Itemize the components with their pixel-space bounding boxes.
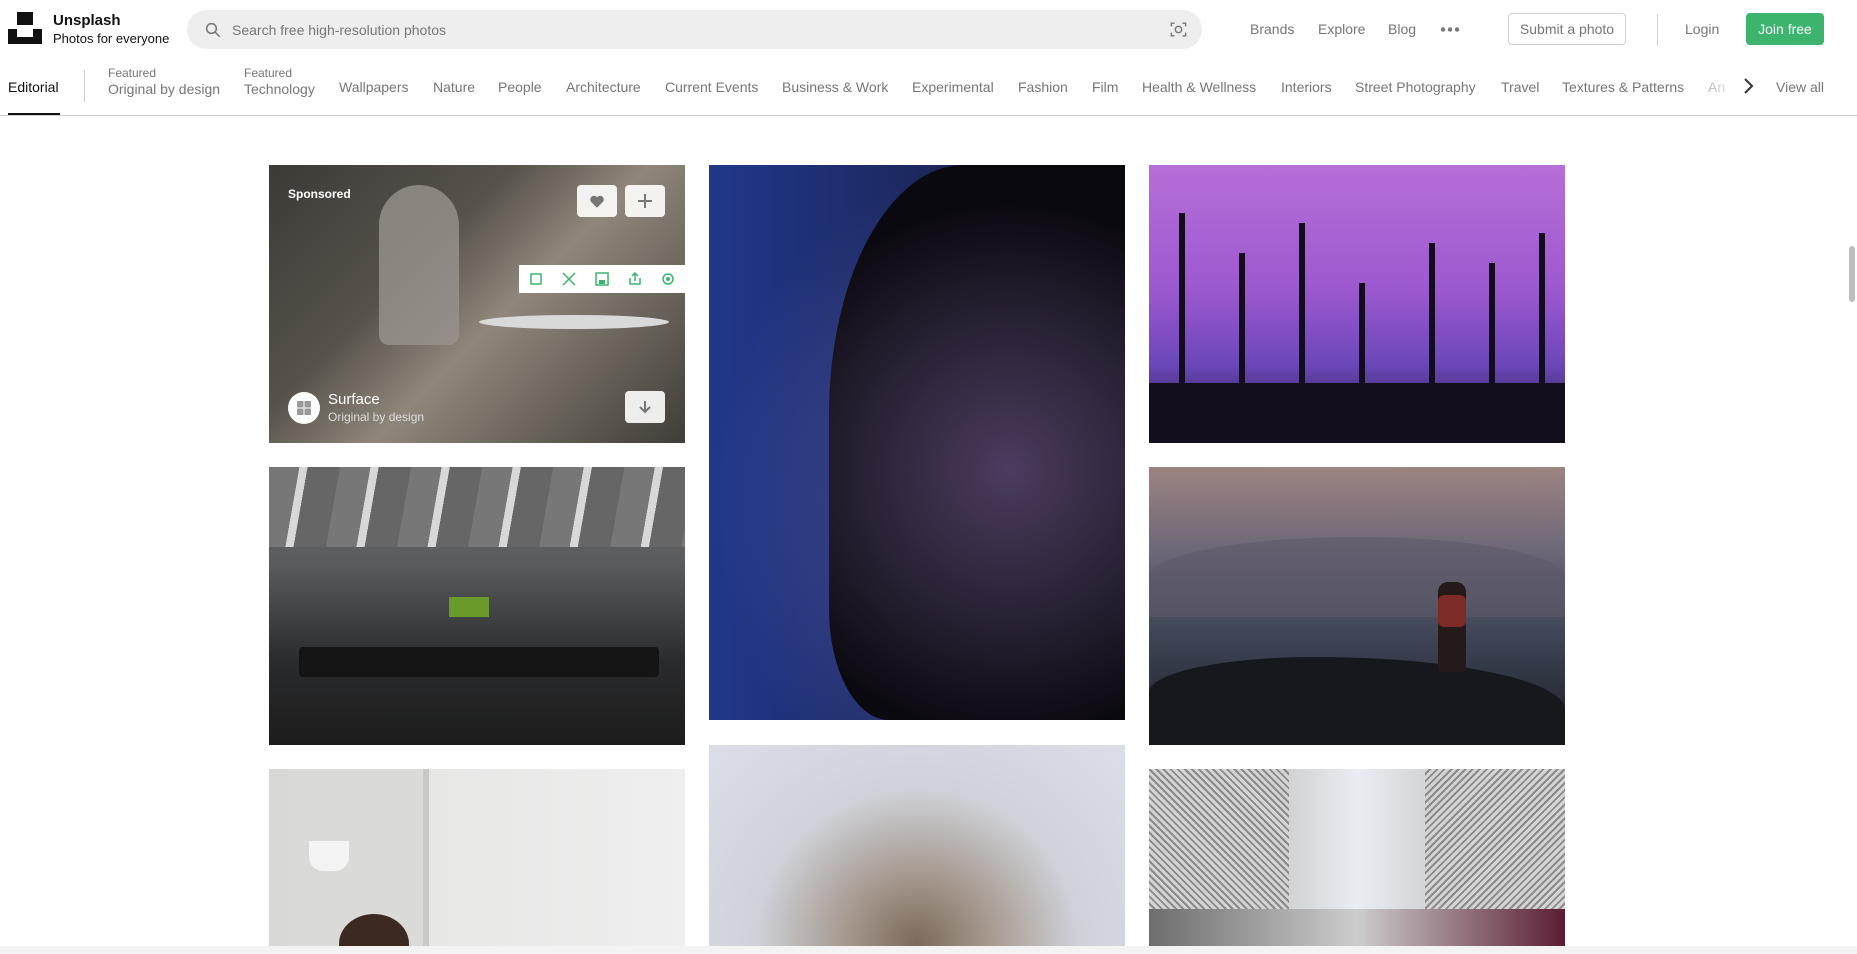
top-header: Unsplash Photos for everyone Brands Expl…	[0, 0, 1857, 58]
status-bar	[0, 946, 1857, 954]
gear-icon[interactable]	[651, 265, 684, 293]
submit-photo-button[interactable]: Submit a photo	[1508, 13, 1626, 45]
topic-label: Technology	[244, 81, 315, 97]
more-icon[interactable]	[1440, 27, 1460, 32]
palm-silhouette	[1149, 383, 1565, 443]
photo-card-sponsored[interactable]: Sponsored Surface Original by design	[269, 165, 685, 443]
topic-film[interactable]: Film	[1092, 79, 1118, 95]
heart-icon	[590, 195, 604, 208]
featured-label: Featured	[108, 66, 157, 80]
gym-turf	[449, 597, 489, 617]
topic-health-wellness[interactable]: Health & Wellness	[1142, 79, 1256, 95]
topic-interiors[interactable]: Interiors	[1281, 79, 1332, 95]
topic-original-by-design[interactable]: Featured Original by design	[108, 66, 220, 98]
tab-editorial[interactable]: Editorial	[8, 79, 59, 95]
search-input[interactable]	[232, 10, 1112, 49]
brand-tagline: Photos for everyone	[53, 31, 170, 46]
climber-jacket	[1438, 595, 1466, 627]
photo-subject	[379, 185, 459, 345]
search-icon[interactable]	[204, 21, 222, 39]
photo-card-coral-reef[interactable]	[709, 165, 1125, 720]
featured-label: Featured	[244, 66, 293, 80]
save-icon[interactable]	[585, 265, 618, 293]
topic-fashion[interactable]: Fashion	[1018, 79, 1068, 95]
topic-business-work[interactable]: Business & Work	[782, 79, 888, 95]
topic-nature[interactable]: Nature	[433, 79, 475, 95]
topic-technology[interactable]: Featured Technology	[244, 66, 315, 98]
nav-brands[interactable]: Brands	[1250, 19, 1294, 39]
topic-experimental[interactable]: Experimental	[912, 79, 994, 95]
topic-textures-patterns[interactable]: Textures & Patterns	[1562, 79, 1684, 95]
watermark-text: https://blog.csdn.net/weixin_43960381	[1578, 928, 1817, 944]
sponsor-tagline: Original by design	[328, 410, 425, 424]
topic-architecture[interactable]: Architecture	[566, 79, 641, 95]
scrollbar-thumb[interactable]	[1849, 246, 1855, 302]
gym-ceiling	[269, 467, 685, 547]
palm-silhouette	[1179, 213, 1185, 443]
palm-silhouette	[1299, 223, 1305, 443]
cup	[309, 841, 349, 871]
active-tab-indicator	[8, 113, 60, 115]
search-bar	[187, 10, 1202, 49]
like-button[interactable]	[577, 185, 617, 217]
sponsor-name[interactable]: Surface	[328, 391, 380, 408]
vertical-scrollbar[interactable]	[1847, 116, 1857, 946]
header-divider	[1657, 14, 1658, 46]
gym-bench	[299, 647, 659, 677]
view-all-link[interactable]: View all	[1776, 79, 1824, 95]
extension-toolbar	[519, 265, 685, 293]
arrow-down-icon	[639, 400, 651, 413]
nav-explore[interactable]: Explore	[1318, 19, 1365, 39]
expand-icon[interactable]	[552, 265, 585, 293]
topic-people[interactable]: People	[498, 79, 542, 95]
palm-silhouette	[1539, 233, 1545, 443]
add-to-collection-button[interactable]	[625, 185, 665, 217]
photo-card-mountain-climber[interactable]	[1149, 467, 1565, 745]
visual-search-icon[interactable]	[1169, 20, 1188, 39]
chevron-right-icon[interactable]	[1738, 76, 1758, 96]
sponsor-avatar[interactable]	[288, 392, 320, 424]
coral-shape	[829, 165, 1125, 720]
topic-street-photography[interactable]: Street Photography	[1355, 79, 1476, 95]
brand[interactable]: Unsplash Photos for everyone	[53, 12, 169, 47]
plus-icon	[638, 193, 652, 208]
palm-silhouette	[1429, 243, 1435, 443]
topic-travel[interactable]: Travel	[1501, 79, 1539, 95]
topic-label: Original by design	[108, 81, 221, 97]
mountain-ridge	[1149, 537, 1565, 617]
login-link[interactable]: Login	[1685, 19, 1719, 39]
share-icon[interactable]	[618, 265, 651, 293]
photo-card-blurred[interactable]	[709, 745, 1125, 954]
palm-silhouette	[1489, 263, 1495, 443]
photo-card-interior[interactable]	[269, 769, 685, 954]
topic-nav: Editorial Featured Original by design Fe…	[0, 58, 1857, 116]
photo-card-buildings[interactable]	[1149, 769, 1565, 954]
palm-silhouette	[1239, 253, 1245, 443]
photo-table	[479, 315, 669, 329]
photo-card-palm-sunset[interactable]	[1149, 165, 1565, 443]
nav-blog[interactable]: Blog	[1388, 19, 1416, 39]
sponsored-badge: Sponsored	[288, 187, 351, 201]
crop-icon[interactable]	[519, 265, 552, 293]
topic-current-events[interactable]: Current Events	[665, 79, 758, 95]
download-button[interactable]	[625, 391, 665, 423]
unsplash-logo[interactable]	[8, 12, 42, 44]
palm-silhouette	[1359, 283, 1365, 443]
foreground-rock	[1149, 657, 1565, 745]
join-free-button[interactable]: Join free	[1746, 13, 1824, 45]
topic-wallpapers[interactable]: Wallpapers	[339, 79, 409, 95]
topic-separator	[84, 70, 85, 102]
brand-name: Unsplash	[53, 12, 121, 29]
photo-card-gym[interactable]	[269, 467, 685, 745]
windows-logo-icon	[297, 401, 311, 415]
